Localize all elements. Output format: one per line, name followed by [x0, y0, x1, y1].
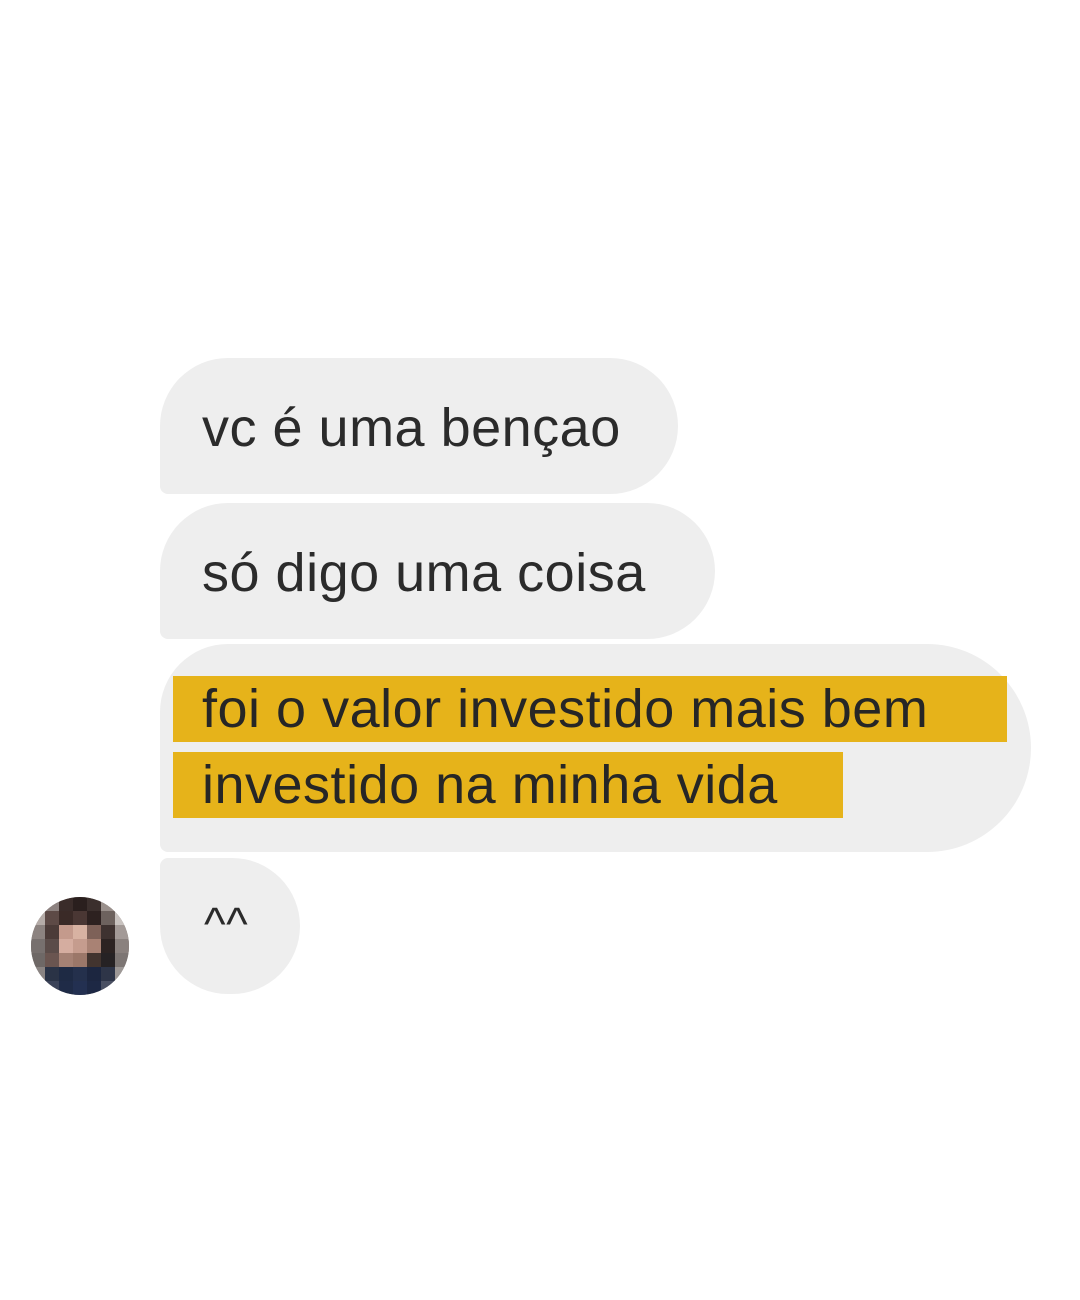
- message-bubble-highlighted[interactable]: foi o valor investido mais bem investido…: [160, 644, 1031, 852]
- message-text: ^^: [204, 898, 249, 950]
- message-text: vc é uma bençao: [202, 398, 621, 458]
- highlighted-line: foi o valor investido mais bem: [173, 676, 1007, 742]
- message-bubble[interactable]: ^^: [160, 858, 300, 994]
- highlighted-line: investido na minha vida: [173, 752, 843, 818]
- pixelated-user-avatar-icon[interactable]: [31, 897, 129, 995]
- message-text: só digo uma coisa: [202, 543, 646, 603]
- message-thread: vc é uma bençao só digo uma coisa foi o …: [0, 0, 1080, 1300]
- message-bubble[interactable]: só digo uma coisa: [160, 503, 715, 639]
- message-bubble[interactable]: vc é uma bençao: [160, 358, 678, 494]
